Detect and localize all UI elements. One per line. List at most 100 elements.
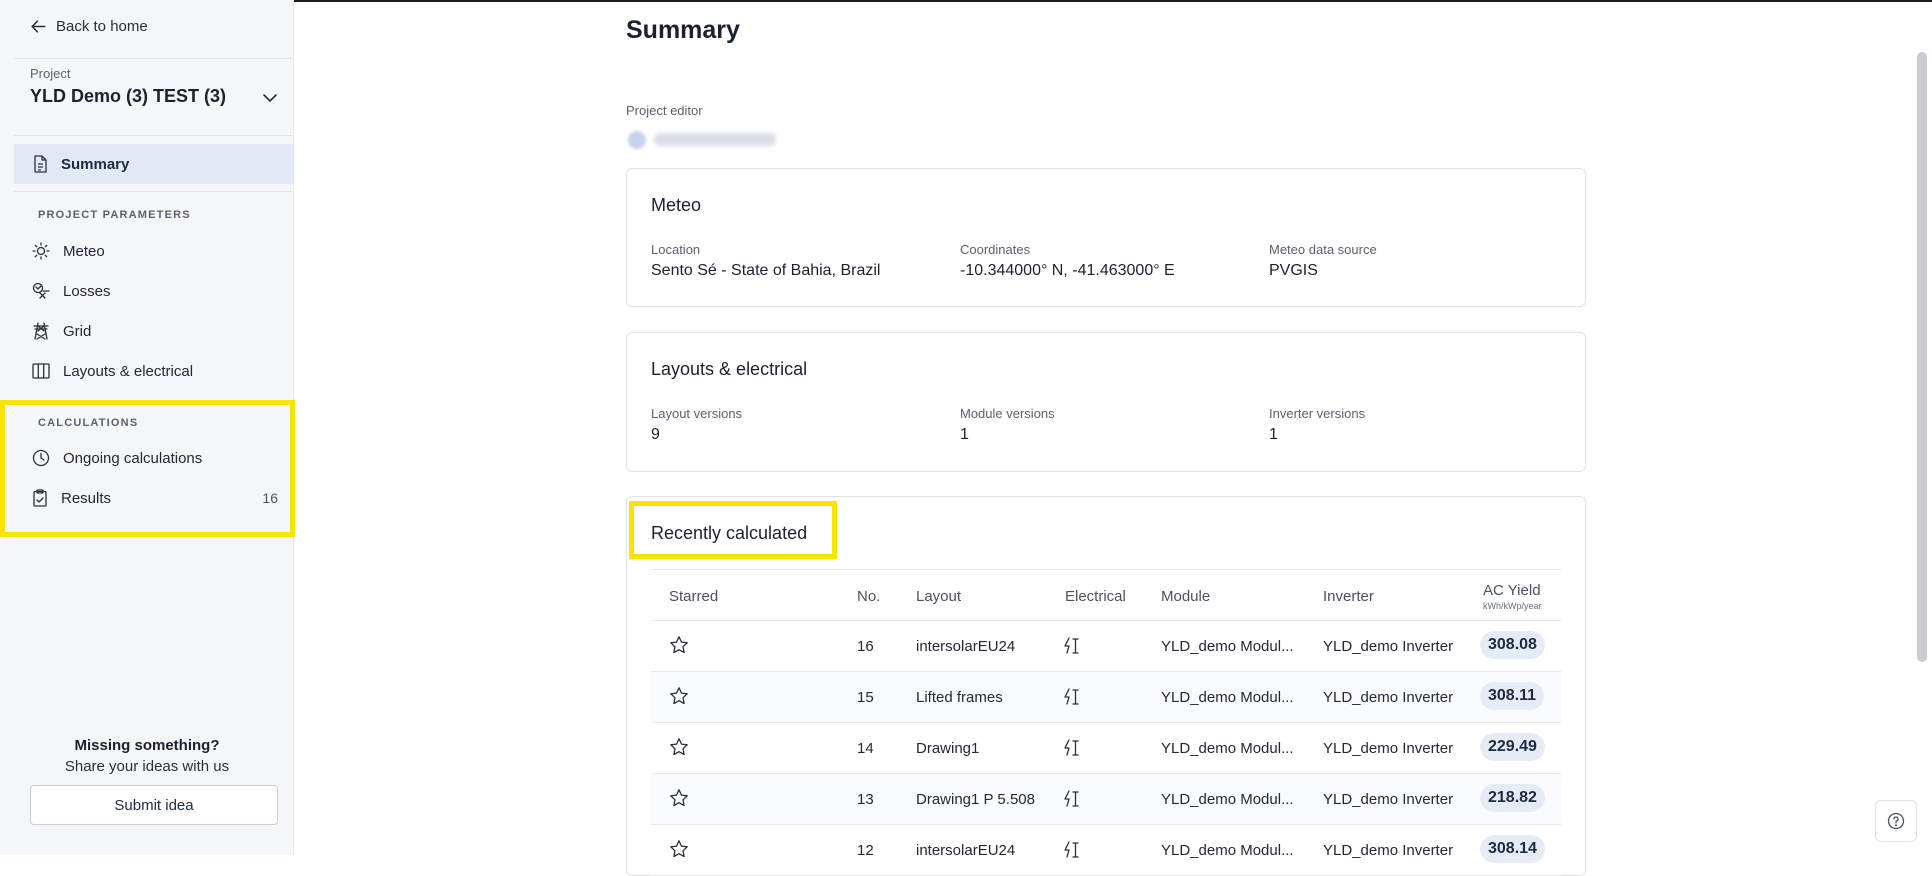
row-module: YLD_demo Modul...	[1161, 740, 1294, 757]
electrical-icon[interactable]	[1061, 636, 1081, 660]
meteo-source-field: Meteo data source PVGIS	[1269, 242, 1377, 280]
electrical-icon[interactable]	[1061, 840, 1081, 864]
row-module: YLD_demo Modul...	[1161, 842, 1294, 859]
column-header-no[interactable]: No.	[857, 588, 880, 605]
meteo-location-field: Location Sento Sé - State of Bahia, Braz…	[651, 242, 880, 280]
meteo-card-title: Meteo	[651, 195, 702, 215]
row-number: 12	[857, 842, 874, 859]
arrow-left-icon	[31, 20, 46, 33]
sidebar-item-label: Meteo	[63, 242, 105, 260]
module-versions-field: Module versions 1	[960, 406, 1055, 444]
avatar	[628, 131, 646, 149]
layouts-card-title: Layouts & electrical	[651, 359, 808, 379]
column-header-module[interactable]: Module	[1161, 588, 1210, 605]
row-layout: Drawing1 P 5.508	[916, 791, 1035, 808]
project-label: Project	[30, 66, 71, 81]
ac-yield-badge: 308.11	[1480, 682, 1545, 710]
column-header-inverter[interactable]: Inverter	[1323, 588, 1374, 605]
inverter-versions-field: Inverter versions 1	[1269, 406, 1365, 444]
coordinates-value: -10.344000° N, -41.463000° E	[960, 262, 1175, 279]
sidebar-item-label: Losses	[63, 282, 111, 300]
table-row[interactable]: 13 Drawing1 P 5.508 YLD_demo Modul... YLD_d…	[651, 774, 1561, 825]
layout-versions-field: Layout versions 9	[651, 406, 742, 444]
row-inverter: YLD_demo Inverter	[1323, 740, 1454, 757]
row-number: 16	[857, 638, 874, 655]
page-title: Summary	[626, 16, 740, 44]
ac-yield-badge: 308.08	[1480, 631, 1545, 659]
ac-yield-badge: 218.82	[1480, 784, 1545, 812]
star-icon[interactable]	[669, 788, 689, 812]
inverter-versions-label: Inverter versions	[1269, 406, 1366, 421]
sun-icon	[32, 242, 50, 260]
layouts-electrical-card: Layouts & electrical Layout versions 9 M…	[626, 332, 1586, 472]
electrical-icon[interactable]	[1061, 687, 1081, 711]
row-layout: intersolarEU24	[916, 638, 1016, 655]
row-module: YLD_demo Modul...	[1161, 791, 1294, 808]
coordinates-label: Coordinates	[960, 242, 1031, 257]
row-layout: intersolarEU24	[916, 842, 1016, 859]
column-header-electrical[interactable]: Electrical	[1065, 588, 1126, 605]
row-module: YLD_demo Modul...	[1161, 638, 1294, 655]
location-label: Location	[651, 242, 701, 257]
missing-something-title: Missing something?	[74, 737, 220, 754]
ac-yield-badge: 229.49	[1480, 733, 1545, 761]
share-ideas-text: Share your ideas with us	[64, 758, 230, 775]
project-name: YLD Demo (3) TEST (3)	[30, 86, 227, 106]
sidebar-item-summary[interactable]: Summary	[14, 144, 294, 184]
table-header: Starred No. Layout Electrical Module Inv…	[651, 569, 1561, 621]
location-value: Sento Sé - State of Bahia, Brazil	[651, 262, 881, 279]
sidebar-item-layouts-electrical[interactable]: Layouts & electrical	[14, 351, 294, 391]
row-inverter: YLD_demo Inverter	[1323, 638, 1454, 655]
table-row[interactable]: 14 Drawing1 YLD_demo Modul... YLD_demo Inve…	[651, 723, 1561, 774]
project-editor-name-blurred	[654, 133, 776, 146]
project-parameters-heading: PROJECT PARAMETERS	[38, 209, 191, 221]
row-layout: Drawing1	[916, 740, 980, 757]
submit-idea-button[interactable]: Submit idea	[30, 785, 278, 825]
recently-calculated-highlight-box	[629, 501, 837, 559]
pylon-icon	[33, 322, 49, 340]
star-icon[interactable]	[669, 635, 689, 659]
inverter-versions-value: 1	[1269, 426, 1278, 443]
row-inverter: YLD_demo Inverter	[1323, 689, 1454, 706]
layout-versions-value: 9	[651, 426, 660, 443]
scrollbar[interactable]	[1917, 52, 1927, 662]
layout-versions-label: Layout versions	[651, 406, 743, 421]
row-module: YLD_demo Modul...	[1161, 689, 1294, 706]
back-to-home-link[interactable]: Back to home	[30, 18, 148, 35]
divider	[14, 191, 293, 192]
chevron-down-icon[interactable]	[262, 92, 278, 104]
meteo-source-value: PVGIS	[1269, 262, 1318, 279]
columns-icon	[32, 363, 50, 379]
help-button[interactable]	[1875, 800, 1917, 842]
sidebar-item-meteo[interactable]: Meteo	[14, 231, 294, 271]
sidebar-item-grid[interactable]: Grid	[14, 311, 294, 351]
sidebar-item-losses[interactable]: Losses	[14, 271, 294, 311]
star-icon[interactable]	[669, 839, 689, 863]
document-icon	[34, 155, 47, 173]
table-row[interactable]: 15 Lifted frames YLD_demo Modul... YLD_demo…	[651, 672, 1561, 723]
module-versions-value: 1	[960, 426, 969, 443]
star-icon[interactable]	[669, 686, 689, 710]
table-row[interactable]: 16 intersolarEU24 YLD_demo Modul... YLD_dem…	[651, 621, 1561, 672]
column-header-ac-yield[interactable]: AC Yield	[1483, 582, 1541, 599]
divider	[14, 58, 293, 59]
row-inverter: YLD_demo Inverter	[1323, 842, 1454, 859]
sidebar-item-label: Layouts & electrical	[63, 362, 194, 380]
row-number: 13	[857, 791, 874, 808]
row-number: 14	[857, 740, 874, 757]
electrical-icon[interactable]	[1061, 738, 1081, 762]
row-layout: Lifted frames	[916, 689, 1003, 706]
electrical-icon[interactable]	[1061, 789, 1081, 813]
meteo-coordinates-field: Coordinates -10.344000° N, -41.463000° E	[960, 242, 1175, 280]
column-header-layout[interactable]: Layout	[916, 588, 961, 605]
question-icon	[1887, 812, 1905, 830]
divider	[14, 135, 293, 136]
back-to-home-label: Back to home	[56, 18, 148, 35]
star-icon[interactable]	[669, 737, 689, 761]
meteo-card: Meteo Location Sento Sé - State of Bahia…	[626, 168, 1586, 307]
column-header-starred[interactable]: Starred	[669, 588, 718, 605]
table-row[interactable]: 12 intersolarEU24 YLD_demo Modul... YLD_dem…	[651, 825, 1561, 876]
sidebar-item-label: Summary	[61, 155, 130, 173]
ac-yield-badge: 308.14	[1480, 835, 1545, 863]
sidebar-item-label: Grid	[63, 322, 92, 340]
